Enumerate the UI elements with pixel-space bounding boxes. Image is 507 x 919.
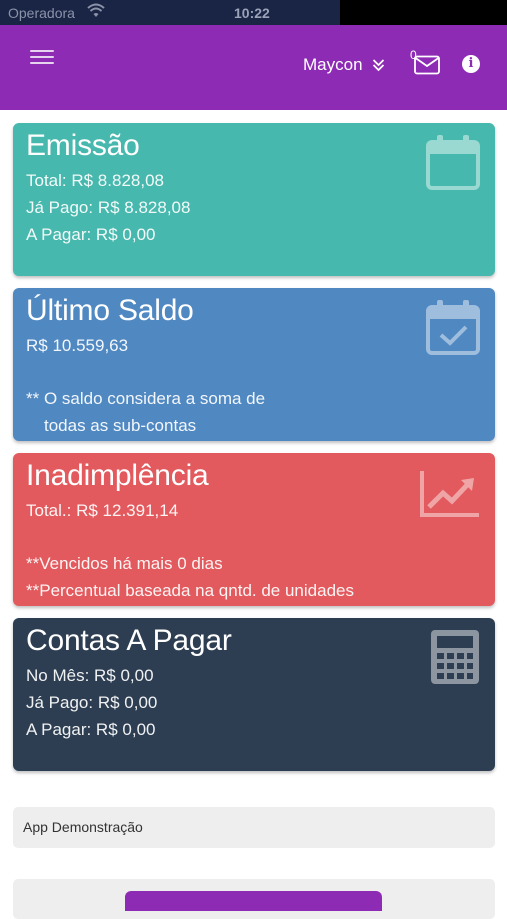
line-chart-icon xyxy=(420,471,479,517)
messages-button[interactable]: 0 xyxy=(408,48,442,77)
inadimplencia-note-2: **Percentual baseada na qntd. de unidade… xyxy=(26,581,354,600)
inadimplencia-total: Total.: R$ 12.391,14 xyxy=(26,501,179,520)
card-ultimo-saldo[interactable]: Último Saldo R$ 10.559,63 ** O saldo con… xyxy=(13,288,495,441)
calendar-check-icon xyxy=(426,300,480,355)
bottom-action-button[interactable] xyxy=(125,891,382,911)
hamburger-icon xyxy=(30,50,54,52)
top-navigation-bar: Maycon 0 i xyxy=(0,25,507,110)
saldo-note-1: ** O saldo considera a soma de xyxy=(26,389,266,408)
double-chevron-down-icon xyxy=(372,59,384,72)
contas-no-mes: No Mês: R$ 0,00 xyxy=(26,666,154,685)
info-icon: i xyxy=(468,56,474,71)
user-name: Maycon xyxy=(303,55,363,74)
hamburger-icon-line xyxy=(30,62,54,64)
card-title: Inadimplência xyxy=(26,459,209,492)
carrier-label: Operadora xyxy=(8,5,75,21)
emissao-ja-pago: Já Pago: R$ 8.828,08 xyxy=(26,198,191,217)
card-contas-a-pagar[interactable]: Contas A Pagar No Mês: R$ 0,00 Já Pago: … xyxy=(13,618,495,771)
calendar-icon xyxy=(426,135,480,190)
card-title: Último Saldo xyxy=(26,294,194,327)
calculator-icon xyxy=(431,630,479,684)
app-name-label: App Demonstração xyxy=(23,819,143,835)
card-emissao[interactable]: Emissão Total: R$ 8.828,08 Já Pago: R$ 8… xyxy=(13,123,495,276)
status-time: 10:22 xyxy=(234,5,270,21)
card-inadimplencia[interactable]: Inadimplência Total.: R$ 12.391,14 **Ven… xyxy=(13,453,495,606)
emissao-total: Total: R$ 8.828,08 xyxy=(26,171,164,190)
info-button[interactable]: i xyxy=(462,55,480,73)
envelope-icon xyxy=(414,55,440,75)
inadimplencia-note-1: **Vencidos há mais 0 dias xyxy=(26,554,223,573)
menu-button[interactable] xyxy=(30,48,54,68)
card-title: Emissão xyxy=(26,129,140,162)
saldo-note-2: todas as sub-contas xyxy=(44,416,197,435)
contas-ja-pago: Já Pago: R$ 0,00 xyxy=(26,693,158,712)
wifi-icon xyxy=(87,3,105,17)
user-menu-button[interactable]: Maycon xyxy=(303,53,385,77)
app-name-panel: App Demonstração xyxy=(13,807,495,848)
saldo-valor: R$ 10.559,63 xyxy=(26,336,129,355)
hamburger-icon-line xyxy=(30,56,54,58)
emissao-a-pagar: A Pagar: R$ 0,00 xyxy=(26,225,156,244)
contas-a-pagar: A Pagar: R$ 0,00 xyxy=(26,720,156,739)
status-bar: Operadora 10:22 xyxy=(0,0,507,25)
status-bar-right xyxy=(340,0,507,25)
card-title: Contas A Pagar xyxy=(26,624,232,657)
